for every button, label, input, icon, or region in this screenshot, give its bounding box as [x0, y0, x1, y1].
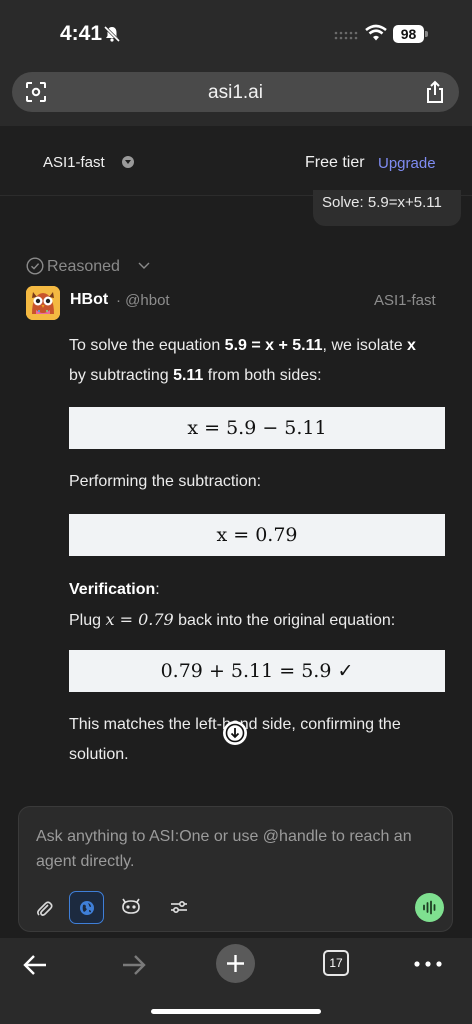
math-block-2: x = 0.79 [69, 514, 445, 556]
forward-arrow-icon[interactable] [121, 954, 147, 976]
tier-label: Free tier [305, 154, 365, 171]
math-block-1: x = 5.9 − 5.11 [69, 407, 445, 449]
browser-header: asi1.ai [0, 66, 472, 126]
performing-text: Performing the subtraction: [69, 473, 262, 490]
composer-input[interactable]: Ask anything to ASI:One or use @handle t… [36, 824, 436, 874]
web-search-toggle[interactable] [69, 891, 104, 924]
response-intro: To solve the equation 5.9 = x + 5.11, we… [69, 331, 449, 391]
chevron-down-icon[interactable] [122, 156, 134, 168]
intro-line2-post: from both sides: [203, 367, 322, 384]
user-message-text: Solve: 5.9=x+5.11 [322, 194, 442, 211]
paperclip-icon[interactable] [35, 898, 53, 918]
share-icon[interactable] [424, 80, 446, 104]
sliders-icon[interactable] [169, 898, 189, 916]
battery-indicator: 98 [393, 25, 428, 43]
intro-equation: 5.9 = x + 5.11 [224, 337, 323, 354]
signal-icon [334, 31, 358, 40]
url-text[interactable]: asi1.ai [12, 82, 459, 104]
math-block-3: 0.79 + 5.11 = 5.9 ✓ [69, 650, 445, 692]
back-arrow-icon[interactable] [22, 954, 48, 976]
waveform-icon [423, 900, 436, 915]
reasoned-label: Reasoned [47, 258, 120, 275]
plug-inline-math: x = 0.79 [105, 610, 174, 629]
bot-avatar[interactable] [26, 286, 60, 320]
verification-label: Verification [69, 581, 156, 598]
bot-model-label: ASI1-fast [374, 292, 436, 309]
chevron-down-icon [138, 262, 150, 269]
bot-handle: · @hbot [116, 292, 170, 309]
url-bar[interactable]: asi1.ai [12, 72, 459, 112]
verification-section: Verification: Plug x = 0.79 back into th… [69, 575, 449, 636]
battery-cap [425, 31, 428, 37]
bot-name[interactable]: HBot [70, 291, 108, 309]
intro-text-mid: , we isolate [322, 337, 408, 354]
intro-text: To solve the equation [69, 337, 225, 354]
more-icon[interactable] [414, 961, 442, 967]
plug-text-post: back into the original equation: [173, 612, 396, 629]
plus-icon [227, 955, 244, 972]
tabs-button[interactable]: 17 [323, 950, 349, 976]
battery-level: 98 [393, 25, 424, 43]
globe-icon [80, 901, 94, 915]
user-message-bubble: Solve: 5.9=x+5.11 [313, 190, 461, 226]
scroll-down-icon[interactable] [222, 720, 248, 746]
wifi-icon [365, 24, 387, 41]
owl-avatar-icon [26, 286, 60, 320]
intro-line2-text: by subtracting [69, 367, 174, 384]
intro-variable: x [407, 337, 416, 354]
bot-handle-text: @hbot [125, 292, 170, 309]
message-composer[interactable]: Ask anything to ASI:One or use @handle t… [18, 806, 453, 932]
browser-toolbar: 17 [0, 938, 472, 1024]
agent-mask-icon[interactable] [121, 898, 141, 916]
verification-colon: : [155, 581, 160, 598]
status-time: 4:41 [60, 22, 103, 45]
plug-text: Plug [69, 612, 106, 629]
check-circle-icon [26, 257, 44, 275]
upgrade-link[interactable]: Upgrade [378, 155, 436, 172]
home-indicator [151, 1009, 321, 1014]
status-bar: 4:41 98 [0, 0, 472, 66]
model-selector[interactable]: ASI1-fast [43, 154, 105, 171]
intro-number: 5.11 [173, 367, 204, 384]
conclusion-text: This matches the left-hand side, confirm… [69, 716, 401, 763]
new-tab-button[interactable] [216, 944, 255, 983]
bell-off-icon [103, 25, 121, 43]
app-top-bar: ASI1-fast Free tier Upgrade [0, 126, 472, 196]
voice-input-button[interactable] [415, 893, 444, 922]
